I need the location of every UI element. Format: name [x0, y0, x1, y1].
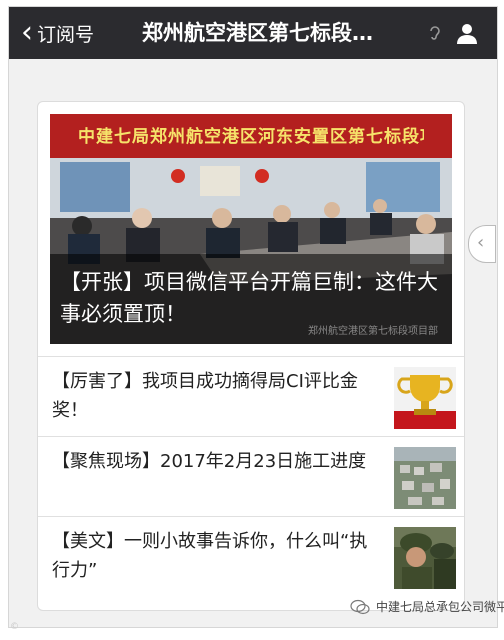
article-title: 【美文】一则小故事告诉你，什么叫“执行力”: [52, 531, 368, 581]
aerial-site-thumbnail: [394, 447, 456, 509]
source-label: 中建七局总承包公司微平台: [376, 600, 504, 614]
phone-screen: ‹ 订阅号 郑州航空港区第七标段… 中建七局郑州航空港区河东安置区第七标段 【开…: [8, 6, 498, 628]
featured-title: 【开张】项目微信平台开篇巨制：这件大事必须置顶！: [60, 270, 438, 326]
article-title: 【厉害了】我项目成功摘得局CI评比金奖！: [52, 371, 358, 421]
chevron-left-icon: ‹: [477, 232, 485, 253]
article-card: 中建七局郑州航空港区河东安置区第七标段项目2017年项目工作会 【开张】项目微信…: [37, 101, 465, 611]
ear-icon[interactable]: [427, 25, 443, 41]
side-handle[interactable]: ‹: [468, 225, 496, 263]
chevron-left-icon: ‹: [21, 15, 33, 50]
trophy-thumbnail: [394, 367, 456, 429]
featured-article[interactable]: 中建七局郑州航空港区河东安置区第七标段项目2017年项目工作会 【开张】项目微信…: [50, 114, 452, 344]
profile-icon[interactable]: [455, 21, 479, 45]
message-area: 中建七局郑州航空港区河东安置区第七标段项目2017年项目工作会 【开张】项目微信…: [9, 59, 497, 627]
banner-text: 中建七局郑州航空港区河东安置区第七标段项目2017年项目工作会: [78, 127, 424, 147]
wechat-icon: [350, 599, 370, 614]
back-label: 订阅号: [37, 23, 95, 46]
list-item[interactable]: 【厉害了】我项目成功摘得局CI评比金奖！: [38, 356, 464, 437]
watermark: 郑州航空港区第七标段项目部: [308, 326, 438, 337]
title-bar: ‹ 订阅号 郑州航空港区第七标段…: [9, 7, 497, 59]
source-attribution: 中建七局总承包公司微平台: [350, 598, 504, 615]
footer-mark: ©: [10, 622, 19, 632]
back-button[interactable]: ‹ 订阅号: [21, 17, 94, 49]
page-title: 郑州航空港区第七标段…: [142, 21, 373, 45]
list-item[interactable]: 【聚焦现场】2017年2月23日施工进度: [38, 436, 464, 517]
soldiers-thumbnail: [394, 527, 456, 589]
list-item[interactable]: 【美文】一则小故事告诉你，什么叫“执行力”: [38, 516, 464, 610]
article-title: 【聚焦现场】2017年2月23日施工进度: [52, 451, 367, 472]
